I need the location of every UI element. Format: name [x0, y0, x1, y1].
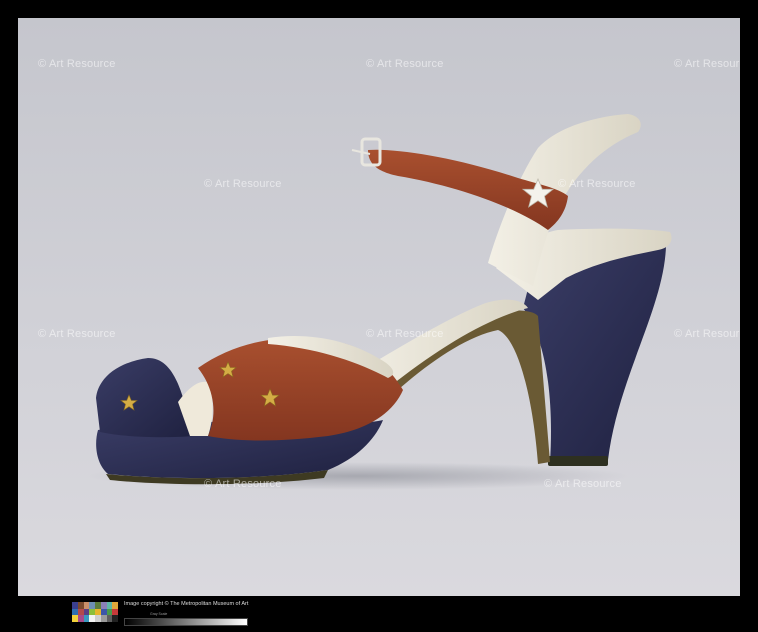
photo-frame: © Art Resource © Art Resource © Art Reso… — [18, 18, 740, 596]
gray-scale-label: Gray Scale — [150, 612, 168, 616]
color-swatch — [112, 608, 118, 616]
watermark: © Art Resource — [544, 478, 622, 490]
color-swatch — [112, 615, 118, 622]
watermark: © Art Resource — [674, 328, 740, 340]
watermark: © Art Resource — [204, 178, 282, 190]
color-swatch — [112, 602, 118, 609]
watermark: © Art Resource — [366, 328, 444, 340]
heel-tip — [548, 456, 608, 466]
shoe-photograph — [18, 18, 740, 596]
watermark: © Art Resource — [558, 178, 636, 190]
watermark: © Art Resource — [366, 58, 444, 70]
gray-scale-bar — [124, 618, 248, 626]
copyright-text: Image copyright © The Metropolitan Museu… — [124, 601, 249, 607]
color-swatch-grid — [72, 602, 118, 622]
watermark: © Art Resource — [38, 58, 116, 70]
watermark: © Art Resource — [38, 328, 116, 340]
watermark: © Art Resource — [674, 58, 740, 70]
watermark: © Art Resource — [204, 478, 282, 490]
